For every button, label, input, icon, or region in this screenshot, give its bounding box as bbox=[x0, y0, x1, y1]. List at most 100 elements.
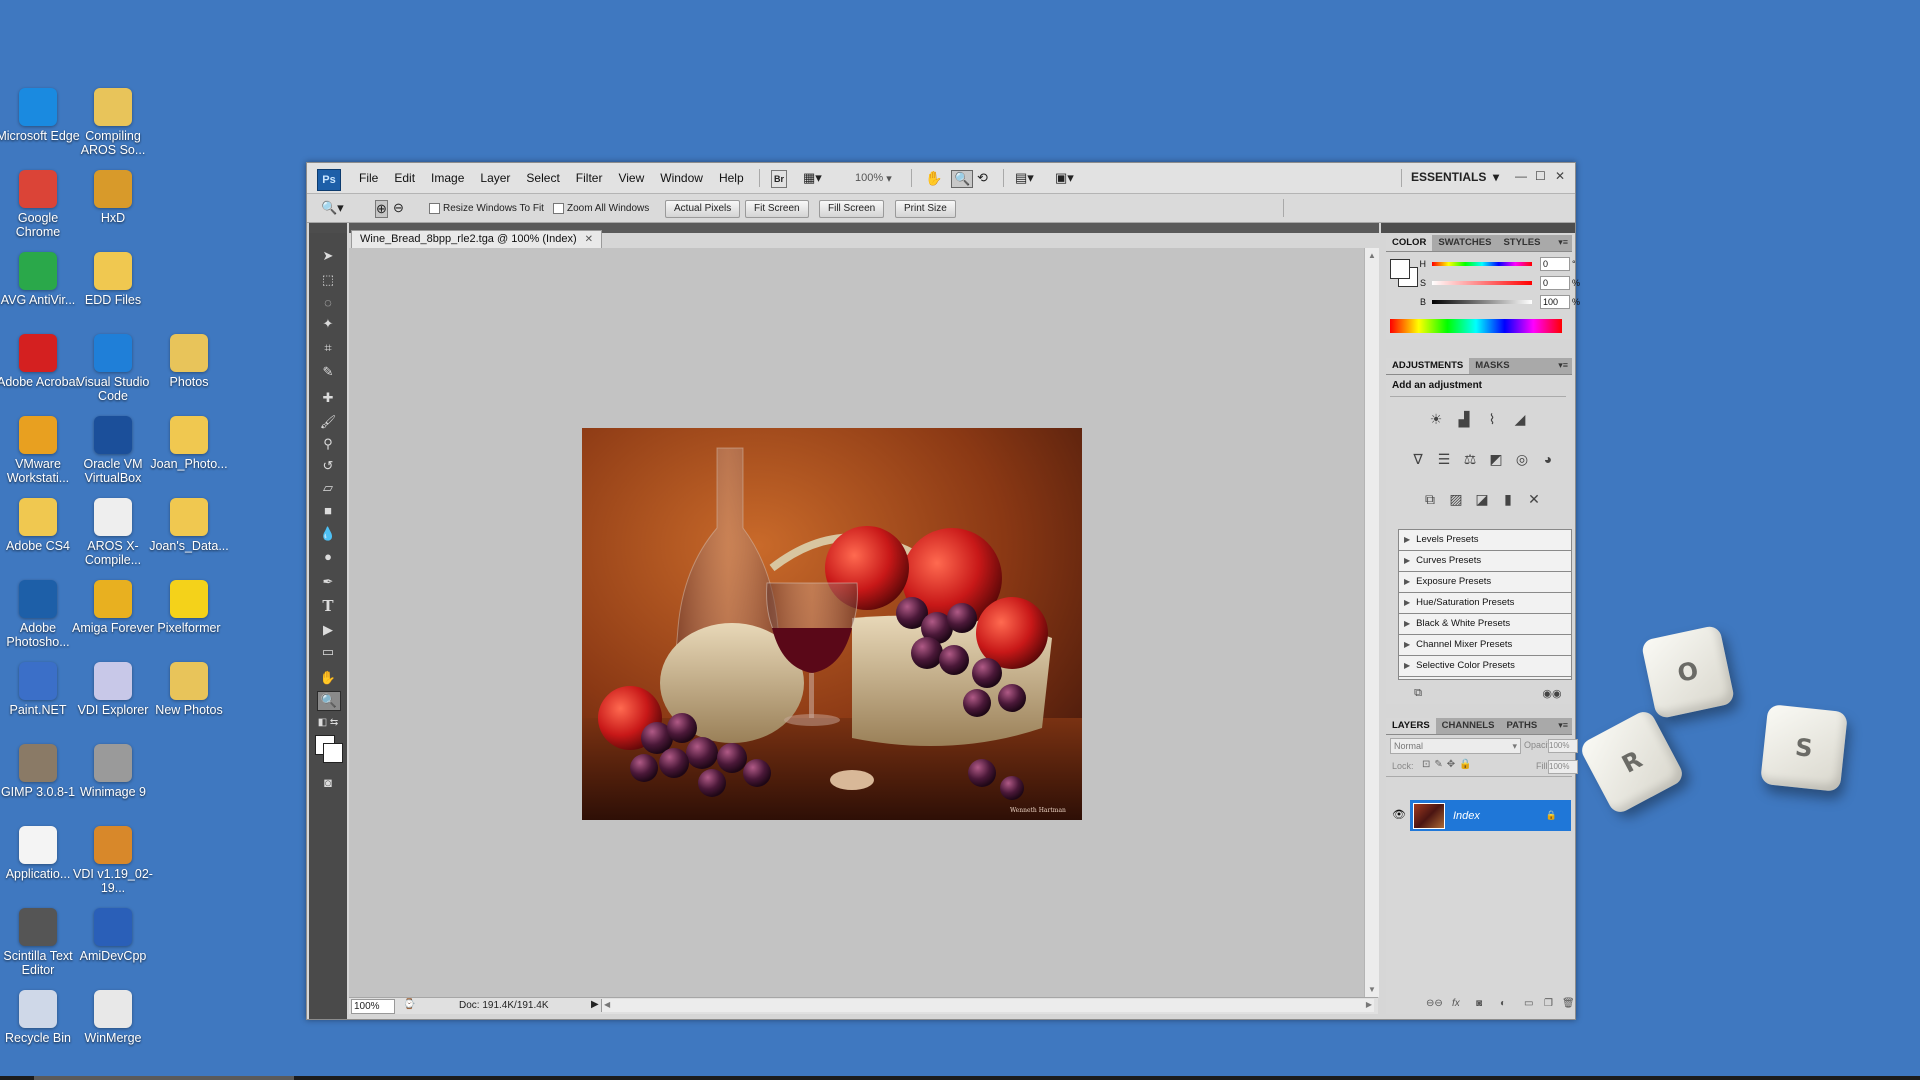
desktop-icon[interactable]: Winimage 9 bbox=[71, 744, 155, 799]
desktop-icon[interactable]: VDI Explorer bbox=[71, 662, 155, 717]
desktop-icon[interactable]: VDI v1.19_02-19... bbox=[71, 826, 155, 895]
brightness-slider[interactable] bbox=[1432, 300, 1532, 304]
eraser-tool-icon[interactable]: ▱ bbox=[317, 479, 339, 497]
exposure-icon[interactable]: ◢ bbox=[1510, 410, 1530, 428]
menu-filter[interactable]: Filter bbox=[568, 171, 611, 185]
preset-exposure[interactable]: ▶ Exposure Presets bbox=[1399, 572, 1571, 593]
zoom-field[interactable]: 100% bbox=[351, 999, 395, 1014]
tab-adjustments[interactable]: ADJUSTMENTS bbox=[1386, 358, 1470, 374]
expand-triangle-icon[interactable]: ▶ bbox=[1404, 551, 1410, 571]
zoom-tool-icon[interactable]: 🔍 bbox=[317, 691, 341, 711]
hue-value-field[interactable]: 0 bbox=[1540, 257, 1570, 271]
hand-tool-icon[interactable]: ✋ bbox=[317, 669, 339, 687]
menu-file[interactable]: File bbox=[351, 171, 386, 185]
blur-tool-icon[interactable]: 💧 bbox=[317, 525, 339, 543]
photo-filter-icon[interactable]: ◎ bbox=[1512, 450, 1532, 468]
desktop-icon[interactable]: Visual Studio Code bbox=[71, 334, 155, 403]
rotate-view-icon[interactable]: ⟲ bbox=[977, 170, 988, 186]
levels-icon[interactable]: ▟ bbox=[1454, 410, 1474, 428]
posterize-icon[interactable]: ▨ bbox=[1446, 490, 1466, 508]
minimize-icon[interactable]: — bbox=[1515, 169, 1527, 183]
opacity-field[interactable]: 100% bbox=[1548, 739, 1578, 753]
workspace-switcher[interactable]: ESSENTIALS ▾ bbox=[1411, 170, 1499, 184]
foreground-color-chip[interactable] bbox=[1390, 259, 1410, 279]
mask-options-icon[interactable]: ◉◉ bbox=[1542, 684, 1562, 702]
status-options-icon[interactable]: ⌚ bbox=[403, 999, 415, 1010]
tab-masks[interactable]: MASKS bbox=[1469, 358, 1515, 374]
desktop-icon[interactable]: AROS X-Compile... bbox=[71, 498, 155, 567]
shape-tool-icon[interactable]: ▭ bbox=[317, 643, 339, 661]
panels-collapse-strip[interactable] bbox=[1381, 223, 1575, 233]
path-selection-tool-icon[interactable]: ▶ bbox=[317, 621, 339, 639]
desktop-icon[interactable]: Joan_Photo... bbox=[147, 416, 231, 471]
brush-tool-icon[interactable]: 🖌 bbox=[317, 413, 339, 431]
marquee-tool-icon[interactable]: ⬚ bbox=[317, 271, 339, 289]
bridge-button[interactable]: Br bbox=[771, 170, 788, 188]
channel-mixer-icon[interactable]: ◕ bbox=[1538, 450, 1558, 468]
desktop-icon[interactable]: AVG AntiVir... bbox=[0, 252, 80, 307]
preset-levels[interactable]: ▶ Levels Presets bbox=[1399, 530, 1571, 551]
hue-saturation-icon[interactable]: ☰ bbox=[1434, 450, 1454, 468]
status-menu-arrow-icon[interactable]: ▶ bbox=[591, 999, 599, 1010]
menu-window[interactable]: Window bbox=[652, 171, 711, 185]
layer-visibility-eye-icon[interactable]: 👁 bbox=[1392, 808, 1406, 821]
tab-layers[interactable]: LAYERS bbox=[1386, 718, 1436, 734]
brightness-contrast-icon[interactable]: ☀ bbox=[1426, 410, 1446, 428]
desktop-icon[interactable]: Joan's_Data... bbox=[147, 498, 231, 553]
add-mask-icon[interactable]: ◙ bbox=[1476, 998, 1482, 1009]
scroll-up-icon[interactable]: ▲ bbox=[1365, 251, 1379, 260]
color-ramp[interactable] bbox=[1390, 319, 1562, 333]
delete-layer-icon[interactable]: 🗑 bbox=[1562, 998, 1575, 1009]
desktop-icon[interactable]: Paint.NET bbox=[0, 662, 80, 717]
desktop-icon[interactable]: Microsoft Edge bbox=[0, 88, 80, 143]
black-white-icon[interactable]: ◩ bbox=[1486, 450, 1506, 468]
curves-icon[interactable]: ⌇ bbox=[1482, 410, 1502, 428]
expand-triangle-icon[interactable]: ▶ bbox=[1404, 530, 1410, 550]
hue-slider[interactable] bbox=[1432, 262, 1532, 266]
lock-icons[interactable]: ⊡✎✥🔒 bbox=[1422, 759, 1476, 770]
desktop-icon[interactable]: AmiDevCpp bbox=[71, 908, 155, 963]
blend-mode-select[interactable]: Normal ▾ bbox=[1390, 738, 1521, 754]
desktop-icon[interactable]: EDD Files bbox=[71, 252, 155, 307]
type-tool-icon[interactable]: T bbox=[317, 597, 339, 615]
horizontal-scrollbar[interactable]: ◀ ▶ bbox=[601, 999, 1374, 1012]
tools-collapse-strip[interactable] bbox=[309, 223, 347, 233]
preset-channel-mixer[interactable]: ▶ Channel Mixer Presets bbox=[1399, 635, 1571, 656]
menu-view[interactable]: View bbox=[610, 171, 652, 185]
desktop-icon[interactable]: Pixelformer bbox=[147, 580, 231, 635]
scroll-down-icon[interactable]: ▼ bbox=[1365, 985, 1379, 994]
expand-triangle-icon[interactable]: ▶ bbox=[1404, 572, 1410, 592]
zoom-level-dropdown[interactable]: 100% ▾ bbox=[855, 170, 892, 186]
new-group-icon[interactable]: ▭ bbox=[1524, 998, 1533, 1009]
maximize-icon[interactable]: ☐ bbox=[1535, 169, 1546, 183]
brightness-value-field[interactable]: 100 bbox=[1540, 295, 1570, 309]
crop-tool-icon[interactable]: ⌗ bbox=[317, 339, 339, 357]
scroll-right-icon[interactable]: ▶ bbox=[1366, 1000, 1372, 1009]
hand-tool-icon[interactable]: ✋ bbox=[925, 170, 942, 186]
desktop-icon[interactable]: VMware Workstati... bbox=[0, 416, 80, 485]
desktop-icon[interactable]: Applicatio... bbox=[0, 826, 80, 881]
tab-color[interactable]: COLOR bbox=[1386, 235, 1433, 251]
tab-swatches[interactable]: SWATCHES bbox=[1432, 235, 1497, 251]
default-colors-icon[interactable]: ◧ ⇆ bbox=[317, 713, 339, 731]
new-adjustment-layer-icon[interactable]: ◐ bbox=[1500, 998, 1506, 1009]
tab-styles[interactable]: STYLES bbox=[1497, 235, 1546, 251]
document-tab[interactable]: Wine_Bread_8bpp_rle2.tga @ 100% (Index) … bbox=[351, 230, 603, 248]
color-balance-icon[interactable]: ⚖ bbox=[1460, 450, 1480, 468]
desktop-icon[interactable]: Oracle VM VirtualBox bbox=[71, 416, 155, 485]
zoom-tool-icon[interactable]: 🔍 bbox=[951, 170, 974, 188]
vertical-scrollbar[interactable]: ▲ ▼ bbox=[1364, 248, 1379, 997]
eyedropper-tool-icon[interactable]: ✎ bbox=[317, 363, 339, 381]
move-tool-icon[interactable]: ➤ bbox=[317, 247, 339, 265]
preset-black-white[interactable]: ▶ Black & White Presets bbox=[1399, 614, 1571, 635]
fit-screen-button[interactable]: Fit Screen bbox=[745, 200, 809, 218]
desktop-icon[interactable]: Adobe CS4 bbox=[0, 498, 80, 553]
view-extras-button[interactable]: ▦▾ bbox=[803, 170, 822, 186]
clip-to-layer-icon[interactable]: ⧉ bbox=[1408, 684, 1428, 702]
menu-edit[interactable]: Edit bbox=[386, 171, 423, 185]
zoom-in-icon[interactable]: ⊕ bbox=[375, 200, 388, 218]
clone-stamp-tool-icon[interactable]: ⚲ bbox=[317, 435, 339, 453]
zoom-out-icon[interactable]: ⊖ bbox=[393, 200, 404, 216]
link-layers-icon[interactable]: ⊖⊖ bbox=[1426, 998, 1443, 1009]
photoshop-logo-icon[interactable]: Ps bbox=[317, 169, 341, 191]
